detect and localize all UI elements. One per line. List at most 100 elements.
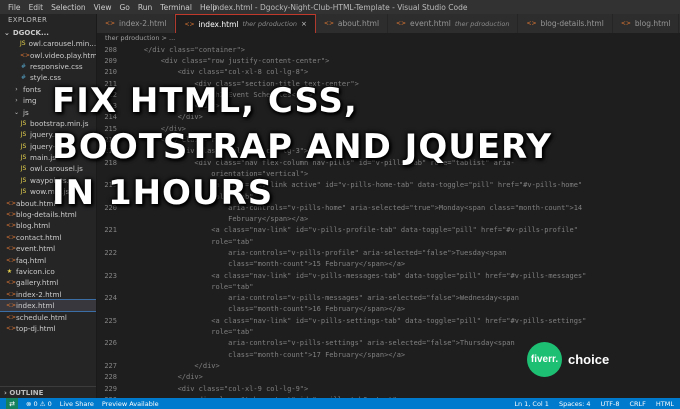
status-item[interactable]: Ln 1, Col 1: [514, 400, 549, 408]
menu-item-file[interactable]: File: [4, 3, 25, 12]
css-file-icon: #: [20, 62, 27, 70]
menu-item-help[interactable]: Help: [196, 3, 221, 12]
tab-label: event.html: [410, 19, 451, 28]
html-file-icon: <>: [6, 279, 17, 287]
tree-file[interactable]: JS owl.carousel.min...: [0, 38, 96, 49]
tree-file[interactable]: <> schedule.html: [0, 311, 96, 322]
tree-file[interactable]: <> contact.html: [0, 232, 96, 243]
status-left: ⇄ ⊗ 0 ⚠ 0 Live Share Preview Available: [0, 398, 159, 409]
tree-file[interactable]: <> top-dj.html: [0, 323, 96, 334]
status-right: Ln 1, Col 1 Spaces: 4 UTF-8 CRLF HTML: [514, 400, 680, 408]
html-file-icon: <>: [6, 211, 17, 219]
breadcrumb[interactable]: ther pdroduction > ...: [97, 33, 680, 44]
js-file-icon: JS: [20, 165, 27, 173]
code-text: </div>: [127, 361, 220, 370]
menu-item-terminal[interactable]: Terminal: [156, 3, 196, 12]
project-folder[interactable]: ⌄ DGOCK...: [0, 26, 96, 38]
code-line[interactable]: 223 <a class="nav-link" id="v-pills-mess…: [97, 270, 680, 281]
menu-item-selection[interactable]: Selection: [47, 3, 90, 12]
status-item[interactable]: Spaces: 4: [559, 400, 591, 408]
code-text: aria-controls="v-pills-messages" aria-se…: [127, 294, 519, 303]
tree-item-label: owl.video.play.html: [30, 50, 97, 60]
menu-item-go[interactable]: Go: [115, 3, 133, 12]
js-file-icon: JS: [20, 119, 27, 127]
html-file-icon: <>: [6, 313, 17, 321]
code-line[interactable]: 229 <div class="col-xl-9 col-lg-9">: [97, 383, 680, 394]
menu-item-edit[interactable]: Edit: [25, 3, 48, 12]
tree-file[interactable]: # responsive.css: [0, 61, 96, 72]
tree-file[interactable]: ★ favicon.ico: [0, 266, 96, 277]
menu-item-run[interactable]: Run: [134, 3, 156, 12]
outline-section[interactable]: › OUTLINE: [0, 386, 96, 398]
code-line[interactable]: role="tab": [97, 281, 680, 292]
code-text: class="month-count">17 February</span></…: [127, 350, 406, 359]
tab-about-html[interactable]: <> about.html: [315, 14, 389, 33]
tree-file[interactable]: <> event.html: [0, 243, 96, 254]
line-number: 225: [104, 316, 117, 325]
code-text: <a class="nav-link" id="v-pills-profile-…: [127, 226, 578, 235]
tab-label: blog.html: [634, 19, 671, 28]
tree-item-label: schedule.html: [16, 312, 67, 322]
code-text: role="tab": [127, 237, 254, 246]
code-line[interactable]: 222 aria-controls="v-pills-profile" aria…: [97, 247, 680, 258]
code-line[interactable]: 224 aria-controls="v-pills-messages" ari…: [97, 293, 680, 304]
tab-event-html[interactable]: <> event.html ther pdroduction: [388, 14, 519, 33]
html-file-icon: <>: [6, 302, 17, 310]
status-item[interactable]: ⊗ 0 ⚠ 0: [26, 400, 52, 408]
tree-item-label: blog.html: [16, 221, 51, 231]
html-file-icon: <>: [6, 245, 17, 253]
line-number: 226: [104, 339, 117, 348]
code-line[interactable]: role="tab": [97, 326, 680, 337]
tree-file[interactable]: <> blog.html: [0, 220, 96, 231]
code-text: February</span></a>: [127, 215, 309, 224]
js-file-icon: JS: [20, 131, 27, 139]
headline-line: BOOTSTRAP AND JQUERY: [52, 127, 553, 167]
code-line[interactable]: class="month-count">15 February</span></…: [97, 259, 680, 270]
line-number: 208: [104, 45, 117, 54]
status-item[interactable]: UTF-8: [601, 400, 620, 408]
status-item[interactable]: CRLF: [629, 400, 645, 408]
headline-line: FIX HTML, CSS,: [52, 81, 358, 121]
menu-item-view[interactable]: View: [90, 3, 116, 12]
line-number: 224: [104, 294, 117, 303]
remote-icon[interactable]: ⇄: [6, 398, 18, 409]
tab-blog-details-html[interactable]: <> blog-details.html: [518, 14, 613, 33]
js-file-icon: JS: [20, 154, 27, 162]
code-line[interactable]: role="tab": [97, 236, 680, 247]
js-file-icon: JS: [20, 188, 27, 196]
tab-index-html[interactable]: <> index.html ther pdroduction ×: [175, 14, 316, 33]
line-number: 210: [104, 68, 117, 77]
favicon-file-icon: ★: [6, 268, 13, 275]
status-item[interactable]: Preview Available: [102, 400, 159, 408]
tab-description: ther pdroduction: [242, 20, 298, 28]
tree-item-label: owl.carousel.min...: [28, 39, 97, 49]
close-icon[interactable]: ×: [301, 20, 307, 28]
tree-file[interactable]: <> owl.video.play.html: [0, 49, 96, 60]
tab-blog-html[interactable]: <> blog.html: [612, 14, 680, 33]
line-number: 227: [104, 361, 117, 370]
line-number: 229: [104, 384, 117, 393]
code-line[interactable]: class="month-count">16 February</span></…: [97, 304, 680, 315]
code-line[interactable]: 221 <a class="nav-link" id="v-pills-prof…: [97, 225, 680, 236]
tab-label: about.html: [337, 19, 380, 28]
tab-description: ther pdroduction: [454, 19, 510, 28]
chevron-right-icon: ›: [15, 85, 18, 93]
tree-file[interactable]: <> index.html: [0, 298, 96, 313]
tree-file[interactable]: <> gallery.html: [0, 277, 96, 288]
line-number: 228: [104, 373, 117, 382]
tree-item-label: top-dj.html: [16, 323, 56, 333]
code-line[interactable]: 209 <div class="row justify-content-cent…: [97, 55, 680, 66]
code-line[interactable]: 225 <a class="nav-link" id="v-pills-sett…: [97, 315, 680, 326]
status-item[interactable]: Live Share: [60, 400, 94, 408]
html-file-icon: <>: [6, 256, 17, 264]
code-line[interactable]: 208 </div class="container">: [97, 44, 680, 55]
tab-index-2-html[interactable]: <> index-2.html: [97, 14, 176, 33]
tree-file[interactable]: <> index-2.html: [0, 289, 96, 300]
tree-file[interactable]: <> faq.html: [0, 254, 96, 265]
code-text: <a class="nav-link" id="v-pills-messages…: [127, 271, 587, 280]
code-text: </div class="container">: [127, 45, 246, 54]
status-item[interactable]: HTML: [656, 400, 674, 408]
code-line[interactable]: 210 <div class="col-xl-8 col-lg-8">: [97, 67, 680, 78]
headline-overlay: FIX HTML, CSS, BOOTSTRAP AND JQUERY IN 1HO…: [52, 78, 612, 216]
code-text: role="tab": [127, 282, 254, 291]
